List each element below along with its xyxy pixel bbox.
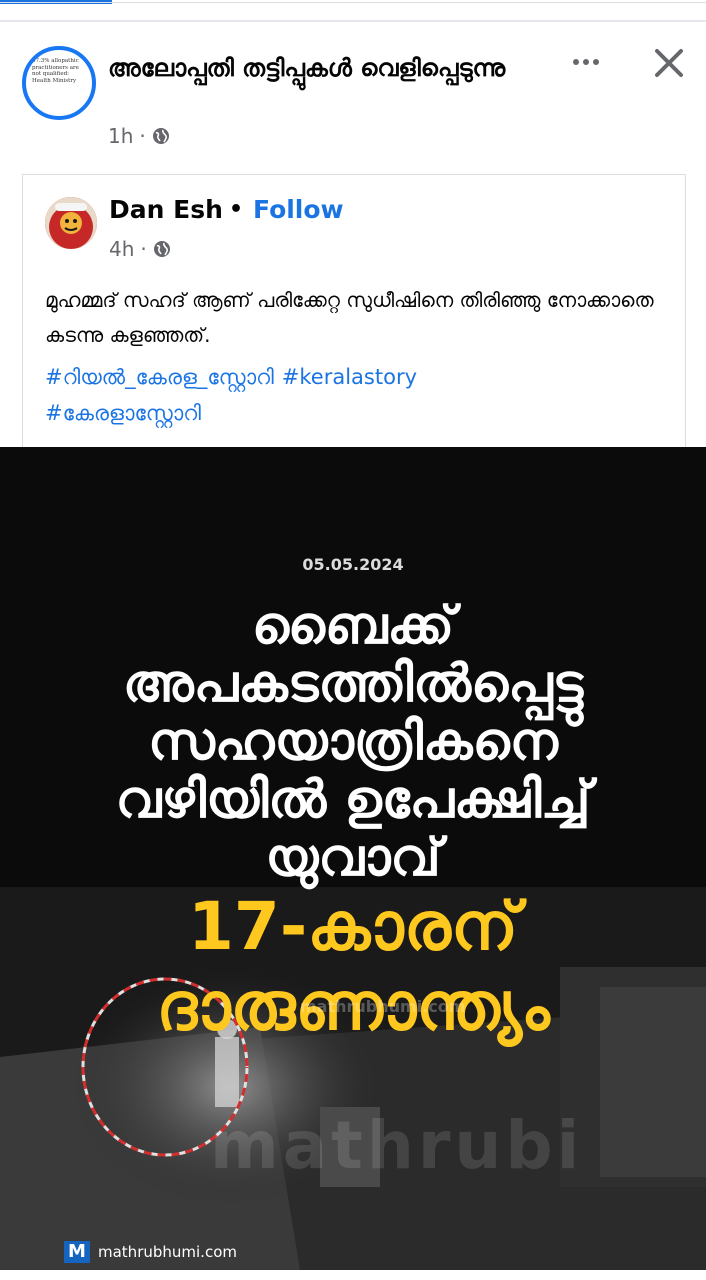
headline-line: അപകടത്തിൽപ്പെട്ടു [122,654,584,714]
close-icon[interactable] [650,44,688,82]
post-header: 57.3% allopathic practitioners are not q… [0,0,706,150]
post-time-text: 1h [108,124,134,148]
hashtag-link[interactable]: #കേരളാസ്റ്റോറി [45,401,201,425]
post-timestamp[interactable]: 1h · [108,124,170,148]
post-body-text: മുഹമ്മദ് സഹദ് ആണ് പരിക്കേറ്റ സുധീഷിനെ തി… [45,288,654,347]
hashtag-link[interactable]: #keralastory [282,365,417,389]
source-badge: M mathrubhumi.com [64,1241,237,1263]
follow-button[interactable]: Follow [253,195,344,224]
page-avatar[interactable]: 57.3% allopathic practitioners are not q… [22,46,96,120]
headline-line: വഴിയിൽ ഉപേക്ഷിച്ച് [115,770,591,830]
separator-dot: • [229,197,244,222]
shared-post-time-text: 4h [109,237,135,261]
source-text: mathrubhumi.com [98,1243,237,1261]
shared-post-card: Dan Esh • Follow 4h · മുഹമ്മദ് സഹദ് ആണ് … [22,174,686,448]
watermark: mathrubhumi.com [300,997,466,1016]
headline-line: സഹയാത്രികനെ [148,712,558,772]
more-options-icon[interactable] [566,50,606,74]
mathrubhumi-logo-icon: M [64,1241,90,1263]
globe-icon [153,241,170,257]
news-date: 05.05.2024 [302,555,404,574]
headline-line: യുവാവ് [265,828,441,888]
shared-post-timestamp[interactable]: 4h · [109,237,171,261]
news-headline: ബൈക്ക് അപകടത്തിൽപ്പെട്ടു സഹയാത്രികനെ വഴി… [0,597,706,1047]
page-title[interactable]: അലോപ്പതി തട്ടിപ്പുകൾ വെളിപ്പെടുന്നു [108,50,528,86]
headline-highlight: 17-കാരന് [187,888,519,965]
avatar-caption: 57.3% allopathic practitioners are not q… [32,58,79,84]
bottom-spacer [0,1270,706,1280]
headline-line: ബൈക്ക് [251,596,455,656]
globe-icon [152,128,169,144]
hashtag-list: #റിയൽ_കേരള_സ്റ്റോറി #keralastory #കേരളാസ്… [45,359,665,431]
hashtag-link[interactable]: #റിയൽ_കേരള_സ്റ്റോറി [45,365,274,389]
post-media-image[interactable]: 05.05.2024 ബൈക്ക് അപകടത്തിൽപ്പെട്ടു സഹയാ… [0,447,706,1270]
watermark: mathrubi [210,1107,584,1184]
theyyam-avatar-image [45,197,97,249]
author-name[interactable]: Dan Esh [109,195,223,224]
author-avatar[interactable] [45,197,97,249]
